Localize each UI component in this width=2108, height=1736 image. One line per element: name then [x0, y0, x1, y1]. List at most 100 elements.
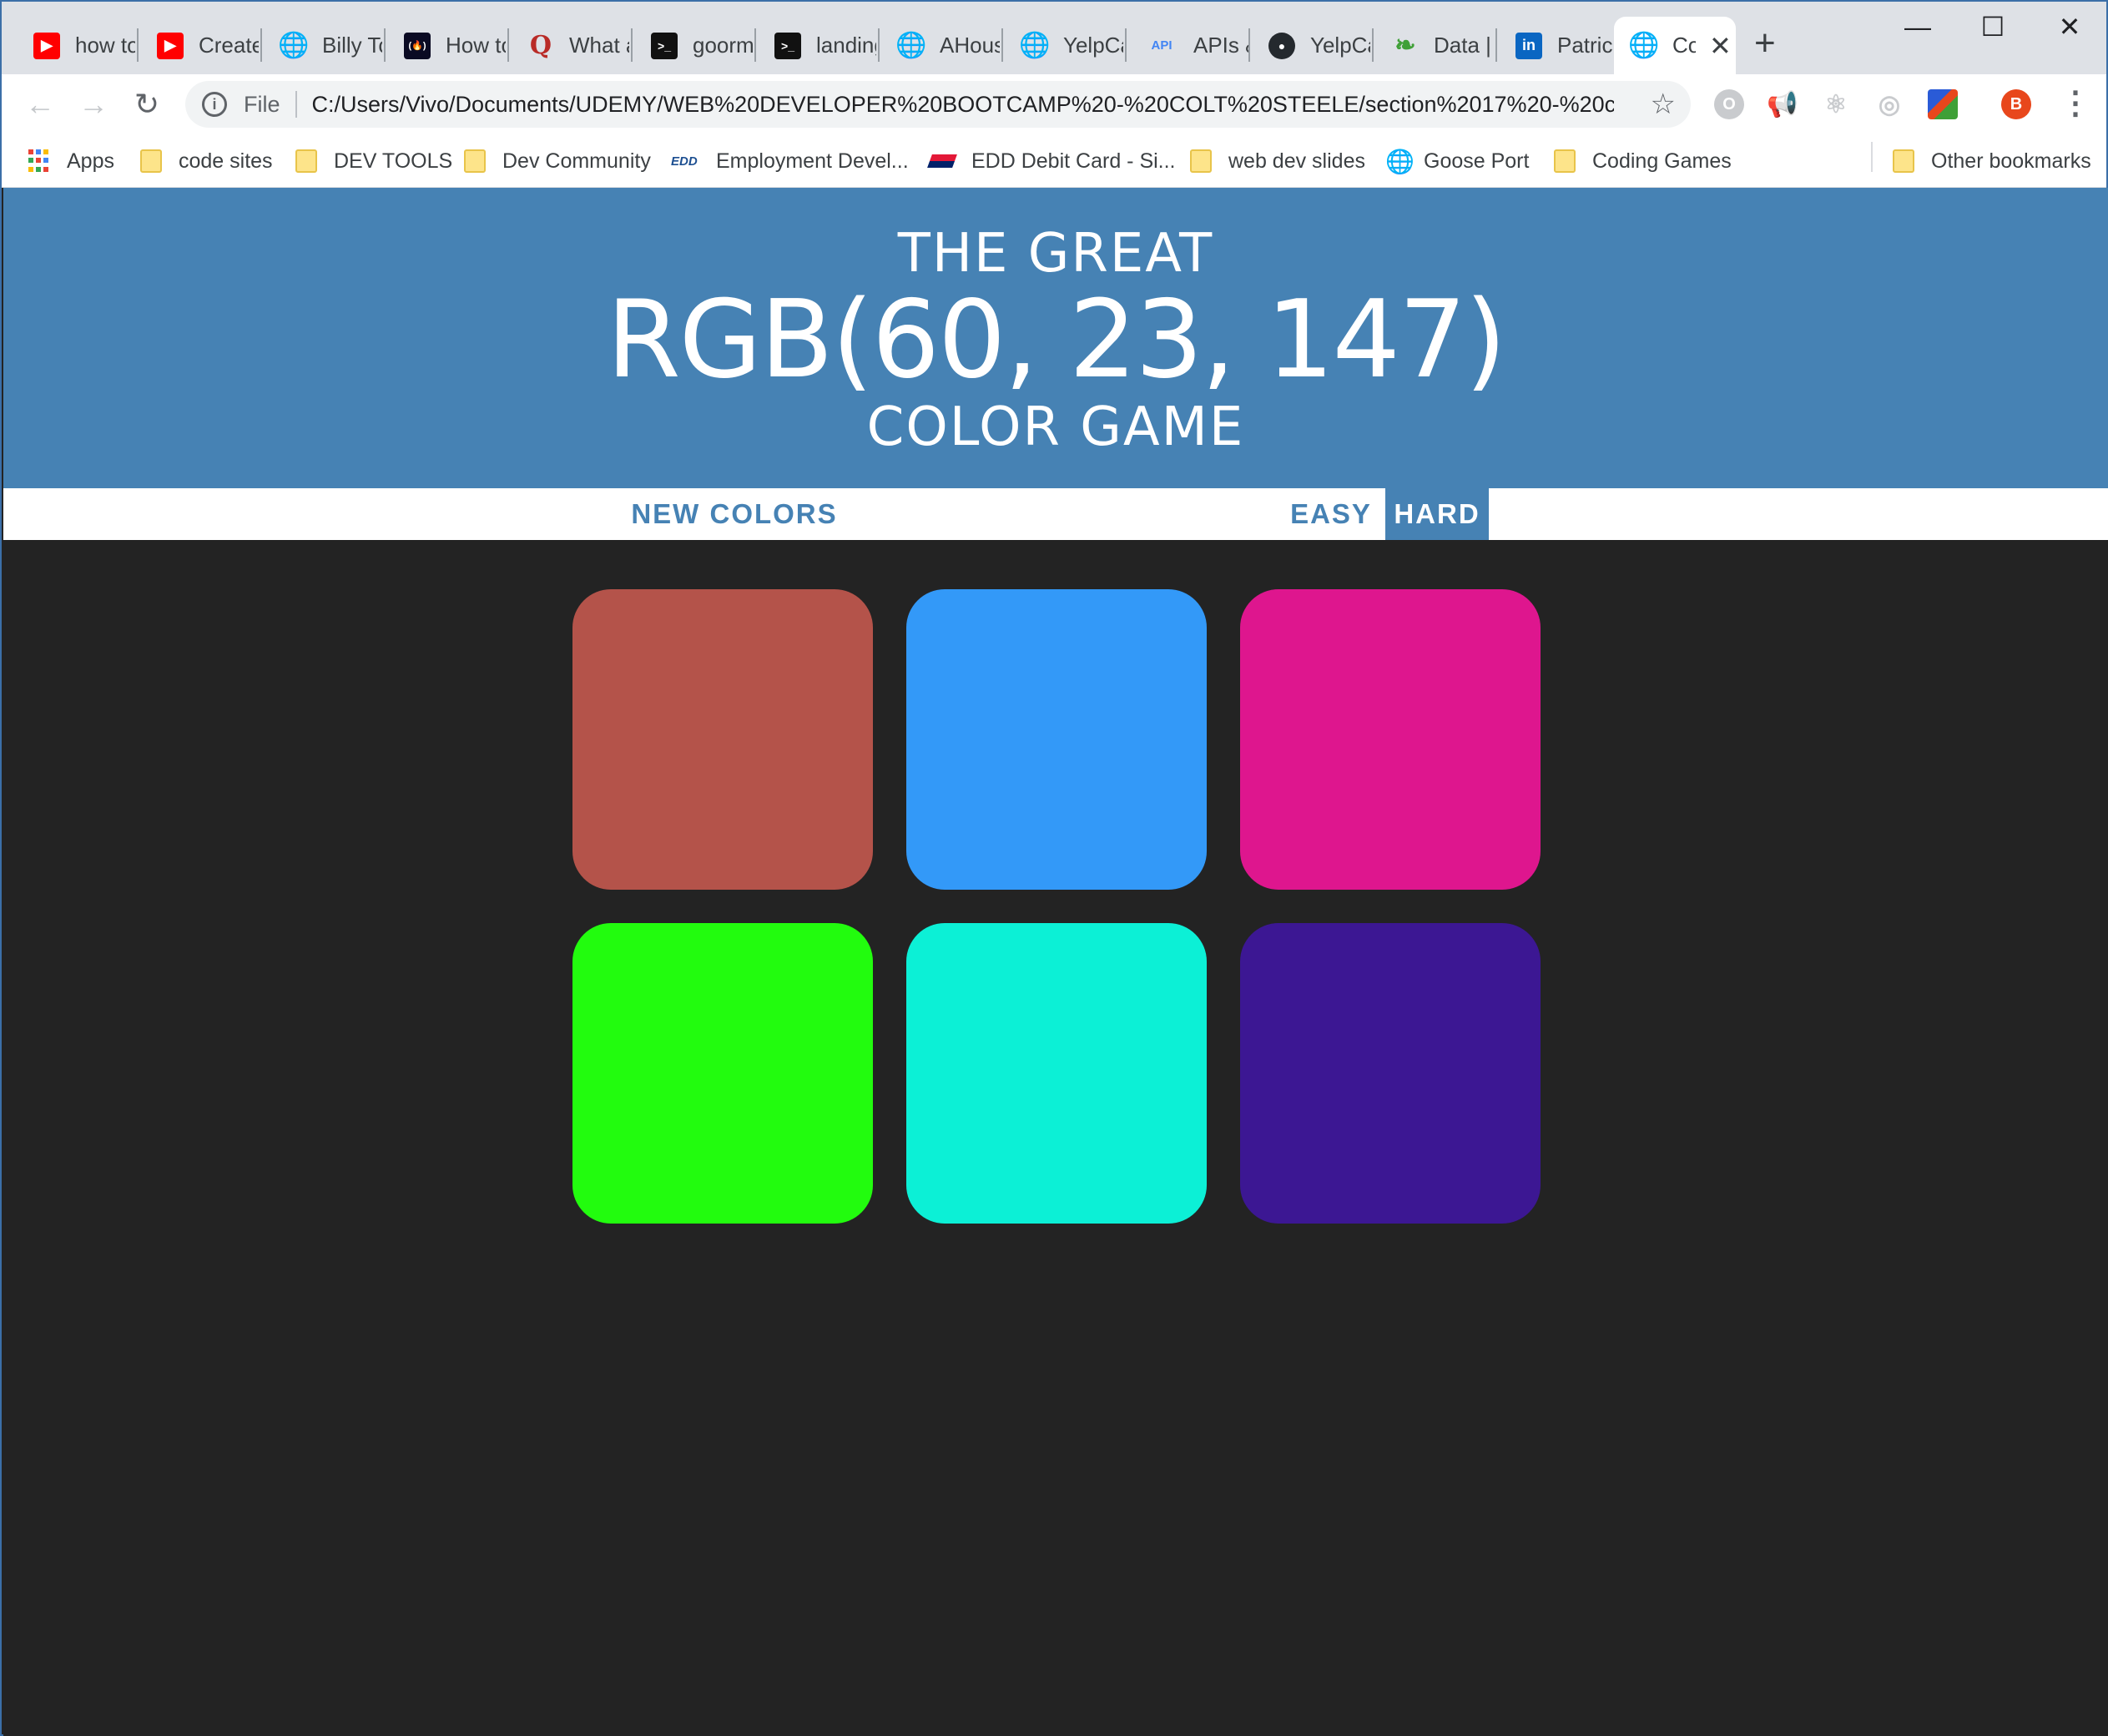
- bookmark-dev-community[interactable]: Dev Community: [464, 146, 651, 176]
- terminal-icon: >_: [651, 32, 678, 59]
- tab-7[interactable]: >_ landing: [758, 17, 878, 74]
- tab-separator: [1495, 28, 1497, 62]
- folder-icon: [1893, 149, 1914, 173]
- profile-avatar[interactable]: B: [2001, 89, 2031, 119]
- mongodb-leaf-icon: ❧: [1394, 32, 1416, 59]
- youtube-icon: ▶: [33, 32, 60, 59]
- tab-title: Data |: [1434, 33, 1491, 58]
- hard-mode-button[interactable]: HARD: [1385, 488, 1489, 540]
- forward-icon[interactable]: →: [75, 86, 112, 123]
- globe-icon: 🌐: [895, 32, 927, 59]
- color-square-1[interactable]: [572, 589, 873, 890]
- tab-title: What a: [569, 33, 629, 58]
- tab-title: AHous: [940, 33, 1000, 58]
- colorzilla-extension-icon[interactable]: [1928, 89, 1958, 119]
- tab-separator: [260, 28, 262, 62]
- back-icon[interactable]: ←: [22, 86, 58, 123]
- freecodecamp-icon: (🔥): [404, 32, 431, 59]
- bookmark-star-icon[interactable]: ☆: [1651, 88, 1676, 121]
- close-tab-icon[interactable]: ✕: [1709, 30, 1732, 62]
- close-window-button[interactable]: ✕: [2045, 8, 2095, 45]
- color-game-page: THE GREAT RGB(60, 23, 147) COLOR GAME NE…: [3, 188, 2108, 1736]
- tab-title: landing: [816, 33, 876, 58]
- color-square-2[interactable]: [906, 589, 1207, 890]
- bookmark-label: web dev slides: [1228, 149, 1365, 173]
- reload-icon[interactable]: ↻: [129, 86, 165, 123]
- globe-icon: 🌐: [278, 32, 310, 59]
- url-text[interactable]: C:/Users/Vivo/Documents/UDEMY/WEB%20DEVE…: [312, 92, 1614, 118]
- bookmark-label: Apps: [67, 149, 114, 173]
- react-devtools-icon[interactable]: ⚛: [1821, 89, 1851, 119]
- maximize-button[interactable]: ☐: [1968, 8, 2018, 45]
- folder-icon: [464, 149, 486, 173]
- address-bar[interactable]: i File C:/Users/Vivo/Documents/UDEMY/WEB…: [185, 81, 1691, 128]
- tab-separator: [878, 28, 880, 62]
- tab-active[interactable]: 🌐 Co ✕: [1614, 17, 1736, 74]
- bookmark-edd-debit-card[interactable]: EDD Debit Card - Si...: [927, 146, 1176, 176]
- folder-icon: [1190, 149, 1212, 173]
- url-scheme: File: [244, 91, 280, 117]
- browser-toolbar: ← → ↻ i File C:/Users/Vivo/Documents/UDE…: [2, 74, 2106, 134]
- menu-icon[interactable]: ⋮: [2060, 84, 2091, 122]
- tab-8[interactable]: 🌐 AHous: [881, 17, 1001, 74]
- tab-6[interactable]: >_ goorm: [634, 17, 754, 74]
- target-extension-icon[interactable]: ◎: [1874, 89, 1904, 119]
- tab-title: Billy To: [322, 33, 382, 58]
- bookmark-employment-development[interactable]: EDD Employment Devel...: [671, 146, 909, 176]
- tab-separator: [1248, 28, 1250, 62]
- minimize-button[interactable]: —: [1893, 8, 1943, 45]
- tab-strip: ▶how to▶Create🌐Billy To(🔥)How toQWhat a>…: [2, 2, 2106, 74]
- tab-5[interactable]: Q What a: [511, 17, 631, 74]
- bookmark-apps[interactable]: Apps: [28, 146, 114, 176]
- tab-title: Patrick: [1557, 33, 1617, 58]
- bookmark-goose-port[interactable]: 🌐 Goose Port: [1385, 146, 1529, 176]
- tab-separator: [137, 28, 139, 62]
- bookmark-web-dev-slides[interactable]: web dev slides: [1190, 146, 1365, 176]
- globe-icon: 🌐: [1019, 32, 1051, 59]
- tab-separator: [631, 28, 633, 62]
- tab-separator: [384, 28, 386, 62]
- tab-9[interactable]: 🌐 YelpCa: [1005, 17, 1125, 74]
- easy-mode-button[interactable]: EASY: [1275, 488, 1387, 540]
- tab-4[interactable]: (🔥) How to: [387, 17, 507, 74]
- bookmarks-bar: Apps code sites DEV TOOLS Dev Community …: [2, 134, 2106, 188]
- bookmark-coding-games[interactable]: Coding Games: [1554, 146, 1732, 176]
- title-bottom: COLOR GAME: [866, 396, 1245, 458]
- bookmark-label: Employment Devel...: [716, 149, 909, 173]
- tab-1[interactable]: ▶ how to: [17, 17, 137, 74]
- tab-2[interactable]: ▶ Create: [140, 17, 260, 74]
- tab-separator: [754, 28, 756, 62]
- tab-title: Co: [1672, 33, 1696, 58]
- tab-title: how to: [75, 33, 135, 58]
- bookmarks-divider: [1871, 142, 1873, 172]
- info-icon[interactable]: i: [202, 92, 227, 117]
- color-square-5[interactable]: [906, 923, 1207, 1224]
- color-square-4[interactable]: [572, 923, 873, 1224]
- tab-13[interactable]: in Patrick: [1499, 17, 1619, 74]
- bookmark-dev-tools[interactable]: DEV TOOLS: [295, 146, 452, 176]
- bookmark-label: EDD Debit Card - Si...: [971, 149, 1176, 173]
- megaphone-extension-icon[interactable]: 📢: [1767, 89, 1798, 119]
- color-square-6[interactable]: [1240, 923, 1541, 1224]
- tab-12[interactable]: ❧ Data |: [1375, 17, 1495, 74]
- bookmark-label: Dev Community: [502, 149, 651, 173]
- tab-3[interactable]: 🌐 Billy To: [264, 17, 384, 74]
- api-icon: API: [1151, 38, 1173, 53]
- youtube-icon: ▶: [157, 32, 184, 59]
- game-header: THE GREAT RGB(60, 23, 147) COLOR GAME: [3, 188, 2108, 488]
- title-top: THE GREAT: [897, 223, 1214, 285]
- control-stripe: NEW COLORS EASY HARD: [3, 488, 2108, 540]
- tab-10[interactable]: API APIs &: [1128, 17, 1248, 74]
- tab-separator: [507, 28, 509, 62]
- new-colors-button[interactable]: NEW COLORS: [608, 488, 861, 540]
- bookmark-label: Coding Games: [1592, 149, 1732, 173]
- terminal-icon: >_: [774, 32, 801, 59]
- bookmark-label: Goose Port: [1424, 149, 1530, 173]
- new-tab-button[interactable]: +: [1754, 25, 1776, 62]
- tab-11[interactable]: ● YelpCa: [1252, 17, 1372, 74]
- bookmark-other-bookmarks[interactable]: Other bookmarks: [1893, 146, 2091, 176]
- divider: [295, 91, 297, 118]
- bookmark-code-sites[interactable]: code sites: [140, 146, 273, 176]
- color-square-3[interactable]: [1240, 589, 1541, 890]
- opera-extension-icon[interactable]: O: [1714, 89, 1744, 119]
